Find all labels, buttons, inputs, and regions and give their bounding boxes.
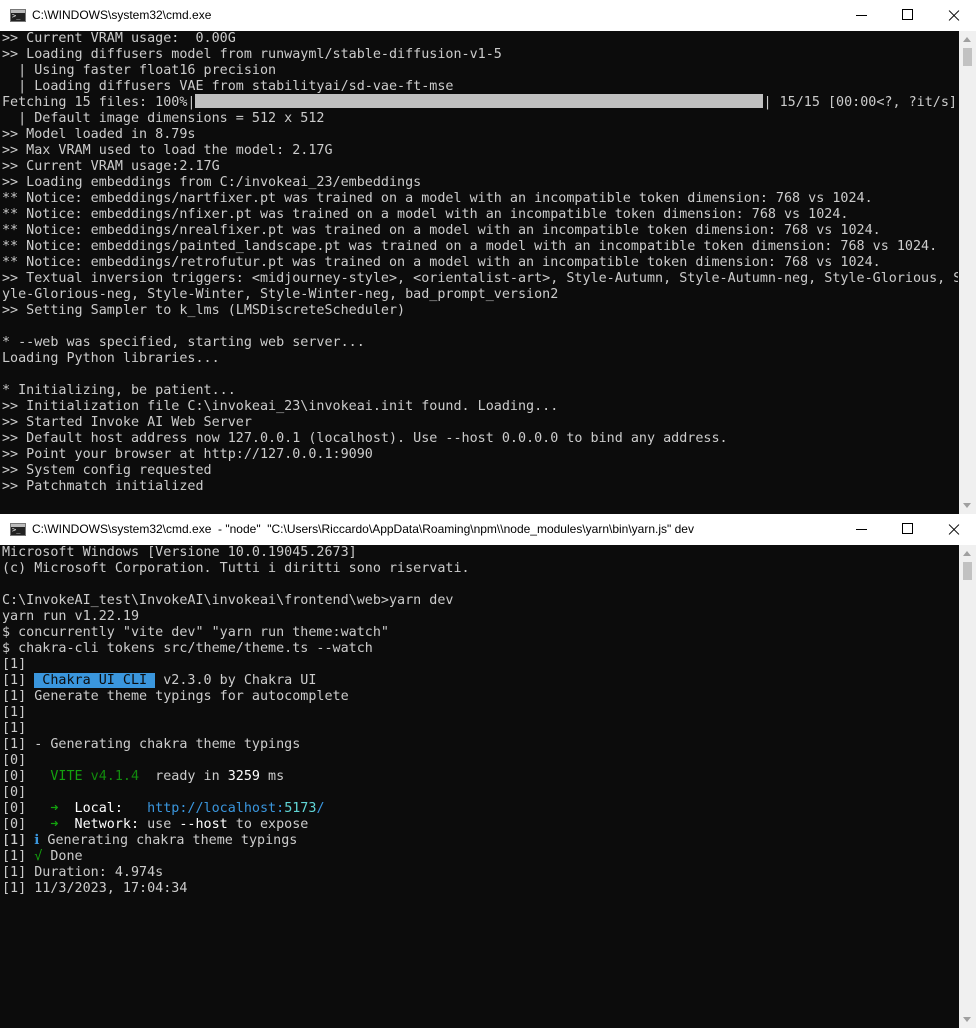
console-line: $ concurrently "vite dev" "yarn run them… (2, 625, 389, 640)
console-line: [1] (2, 833, 35, 848)
console-line: $ chakra-cli tokens src/theme/theme.ts -… (2, 641, 373, 656)
console-line: >> Point your browser at http://127.0.0.… (2, 447, 373, 462)
console-line: | Using faster float16 precision (2, 63, 277, 78)
vertical-scrollbar[interactable] (959, 31, 976, 514)
console-line: [0] (2, 753, 27, 768)
console-line: [1] 11/3/2023, 17:04:34 (2, 881, 188, 896)
console-line: [1] (2, 721, 27, 736)
console-line: >> Patchmatch initialized (2, 479, 204, 494)
console-line: >> Model loaded in 8.79s (2, 127, 196, 142)
console-line: ** Notice: embeddings/nfixer.pt was trai… (2, 207, 849, 222)
local-label: Local: (58, 801, 123, 816)
console-line: * Initializing, be patient... (2, 383, 236, 398)
minimize-button[interactable] (838, 514, 884, 545)
line-prefix: [0] (2, 769, 51, 784)
terminal-output[interactable]: Fetching 15 files: 100%| | 15/15 [00:00<?… (2, 31, 958, 514)
console-line: >> Loading embeddings from C:/invokeai_2… (2, 175, 422, 190)
console-line: | Loading diffusers VAE from stabilityai… (2, 79, 454, 94)
progress-bar (195, 94, 764, 108)
local-port[interactable]: 5173 (284, 801, 316, 816)
console-line: >> Setting Sampler to k_lms (LMSDiscrete… (2, 303, 406, 318)
cmd-window-top: C:\WINDOWS\system32\cmd.exe Fetching 15 … (0, 0, 976, 514)
console-line: yle-Glorious-neg, Style-Winter, Style-Wi… (2, 287, 559, 302)
cmd-icon (10, 9, 26, 22)
console-line: * --web was specified, starting web serv… (2, 335, 365, 350)
console-line: >> Max VRAM used to load the model: 2.17… (2, 143, 333, 158)
progress-suffix: | 15/15 [00:00<?, ?it/s] (763, 95, 957, 110)
vite-name: VITE (50, 769, 83, 784)
progress-line: Fetching 15 files: 100%| | 15/15 [00:00<?… (2, 94, 957, 111)
console-line: Loading Python libraries... (2, 351, 220, 366)
console-line: C:\InvokeAI_test\InvokeAI\invokeai\front… (2, 593, 454, 608)
console-line: [1] (2, 657, 27, 672)
local-url-end[interactable]: / (316, 801, 324, 816)
chakra-line: [1] Chakra UI CLI v2.3.0 by Chakra UI (2, 673, 316, 689)
console-line: ** Notice: embeddings/painted_landscape.… (2, 239, 938, 254)
console-line: >> Loading diffusers model from runwayml… (2, 47, 502, 62)
host-flag: --host (179, 817, 228, 832)
network-label: Network: (58, 817, 140, 832)
local-url[interactable]: http://localhost: (147, 801, 284, 816)
cmd-icon (10, 523, 26, 536)
chakra-badge: Chakra UI CLI (34, 673, 156, 688)
console-line: [1] Generate theme typings for autocompl… (2, 689, 349, 704)
window-title: C:\WINDOWS\system32\cmd.exe - "node" "C:… (32, 522, 694, 536)
line-prefix: [1] (2, 673, 35, 688)
scroll-up-icon[interactable] (963, 37, 971, 42)
console-line: >> Textual inversion triggers: <midjourn… (2, 271, 958, 286)
close-button[interactable] (930, 0, 976, 31)
maximize-button[interactable] (884, 0, 930, 31)
cmd-window-bottom: C:\WINDOWS\system32\cmd.exe - "node" "C:… (0, 514, 976, 1028)
vite-line: [0] VITE v4.1.4 ready in 3259 ms (2, 769, 284, 785)
line-prefix: [0] (2, 817, 51, 832)
minimize-button[interactable] (838, 0, 884, 31)
done-line: [1] √ Done (2, 849, 83, 865)
progress-prefix: Fetching 15 files: 100%| (2, 95, 196, 110)
scroll-up-icon[interactable] (963, 551, 971, 556)
local-line: [0] ➜ Local: http://localhost:5173/ (2, 801, 325, 817)
console-line: ** Notice: embeddings/nartfixer.pt was t… (2, 191, 873, 206)
network-text-end: to expose (227, 817, 309, 832)
scroll-thumb[interactable] (963, 562, 972, 580)
terminal-output[interactable]: [1] Chakra UI CLI v2.3.0 by Chakra UI [0… (2, 545, 958, 1028)
console-line: yarn run v1.22.19 (2, 609, 140, 624)
console-line: [0] (2, 785, 27, 800)
generating-text: Generating chakra theme typings (39, 833, 298, 848)
generating-line: [1] ℹ Generating chakra theme typings (2, 833, 297, 849)
line-prefix: [1] (2, 849, 35, 864)
console-line: [1] Duration: 4.974s (2, 865, 164, 880)
line-prefix: [0] (2, 801, 51, 816)
vite-unit: ms (260, 769, 285, 784)
title-bar[interactable]: C:\WINDOWS\system32\cmd.exe (0, 0, 976, 31)
console-line: >> System config requested (2, 463, 212, 478)
window-title: C:\WINDOWS\system32\cmd.exe (32, 8, 212, 22)
console-line: ** Notice: embeddings/nrealfixer.pt was … (2, 223, 881, 238)
console-line: >> Default host address now 127.0.0.1 (l… (2, 431, 728, 446)
console-line: >> Current VRAM usage: 0.00G (2, 31, 236, 46)
console-line: ** Notice: embeddings/retrofutur.pt was … (2, 255, 881, 270)
vite-ms: 3259 (227, 769, 260, 784)
vite-ready-text: ready in (139, 769, 228, 784)
done-text: Done (42, 849, 83, 864)
chakra-version: v2.3.0 by Chakra UI (155, 673, 317, 688)
title-bar[interactable]: C:\WINDOWS\system32\cmd.exe - "node" "C:… (0, 514, 976, 545)
network-text: use (139, 817, 180, 832)
scroll-down-icon[interactable] (963, 1017, 971, 1022)
vertical-scrollbar[interactable] (959, 545, 976, 1028)
vite-version: v4.1.4 (82, 769, 140, 784)
console-line: (c) Microsoft Corporation. Tutti i dirit… (2, 561, 470, 576)
scroll-thumb[interactable] (963, 48, 972, 66)
console-line: >> Initialization file C:\invokeai_23\in… (2, 399, 559, 414)
console-line: [1] - Generating chakra theme typings (2, 737, 301, 752)
scroll-down-icon[interactable] (963, 503, 971, 508)
console-line: >> Current VRAM usage:2.17G (2, 159, 220, 174)
close-button[interactable] (930, 514, 976, 545)
console-line: Microsoft Windows [Versione 10.0.19045.2… (2, 545, 357, 560)
network-line: [0] ➜ Network: use --host to expose (2, 817, 308, 833)
maximize-button[interactable] (884, 514, 930, 545)
console-line: [1] (2, 705, 27, 720)
console-line: >> Started Invoke AI Web Server (2, 415, 252, 430)
console-line: | Default image dimensions = 512 x 512 (2, 111, 325, 126)
